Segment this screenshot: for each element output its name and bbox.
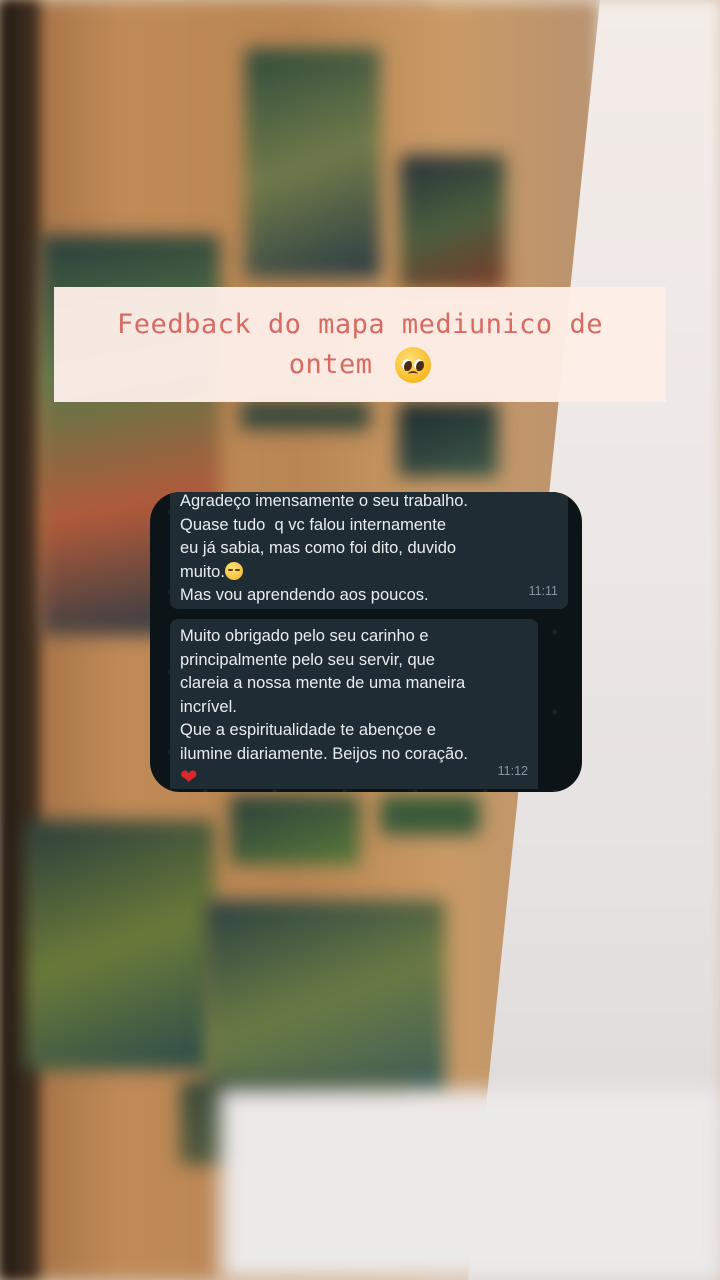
background-poster xyxy=(230,795,360,865)
red-heart-icon: ❤ xyxy=(180,766,198,789)
background-poster xyxy=(240,400,370,430)
message-text: muito. xyxy=(180,562,225,581)
message-text-line: ilumine diariamente. Beijos no coração. xyxy=(180,744,468,763)
message-text-line-with-emoji: muito. xyxy=(180,561,556,585)
caption-line-2: ontem xyxy=(288,348,373,380)
message-text-line: incrível. xyxy=(180,697,237,716)
background-poster xyxy=(380,795,480,835)
message-text-line: Que a espiritualidade te abençoe e xyxy=(180,721,436,739)
background-door-edge xyxy=(0,0,40,1280)
background-poster xyxy=(398,402,498,477)
background-poster xyxy=(400,155,505,290)
background-poster xyxy=(25,820,215,1070)
background-poster xyxy=(205,900,445,1100)
story-caption-banner: Feedback do mapa mediunico de ontem xyxy=(54,287,666,402)
message-text-line: Agradeço imensamente o seu trabalho. xyxy=(180,492,469,510)
pensive-face-icon xyxy=(224,561,243,580)
message-text-line: principalmente pelo seu servir, que xyxy=(180,650,435,669)
background-poster xyxy=(245,48,380,278)
message-text-line: Quase tudo q vc falou internamente xyxy=(180,515,446,534)
chat-screenshot: Agradeço imensamente o seu trabalho. Qua… xyxy=(150,492,582,792)
heart-line: ❤ xyxy=(180,766,526,792)
message-timestamp: 11:12 xyxy=(497,763,528,778)
message-timestamp: 11:11 xyxy=(528,583,558,598)
caption-line-1: Feedback do mapa mediunico de xyxy=(117,308,603,340)
background-floor xyxy=(220,1090,720,1280)
pleading-face-icon xyxy=(395,347,432,383)
message-bubble: Muito obrigado pelo seu carinho e princi… xyxy=(170,619,538,789)
message-text-line: Muito obrigado pelo seu carinho e xyxy=(180,627,429,645)
message-bubble: Agradeço imensamente o seu trabalho. Qua… xyxy=(170,492,568,609)
message-text-line: clareia a nossa mente de uma maneira xyxy=(180,674,466,692)
message-text-line: eu já sabia, mas como foi dito, duvido xyxy=(180,539,457,557)
caption-text: Feedback do mapa mediunico de ontem xyxy=(117,305,603,385)
message-text-line: Mas vou aprendendo aos poucos. xyxy=(180,586,429,604)
